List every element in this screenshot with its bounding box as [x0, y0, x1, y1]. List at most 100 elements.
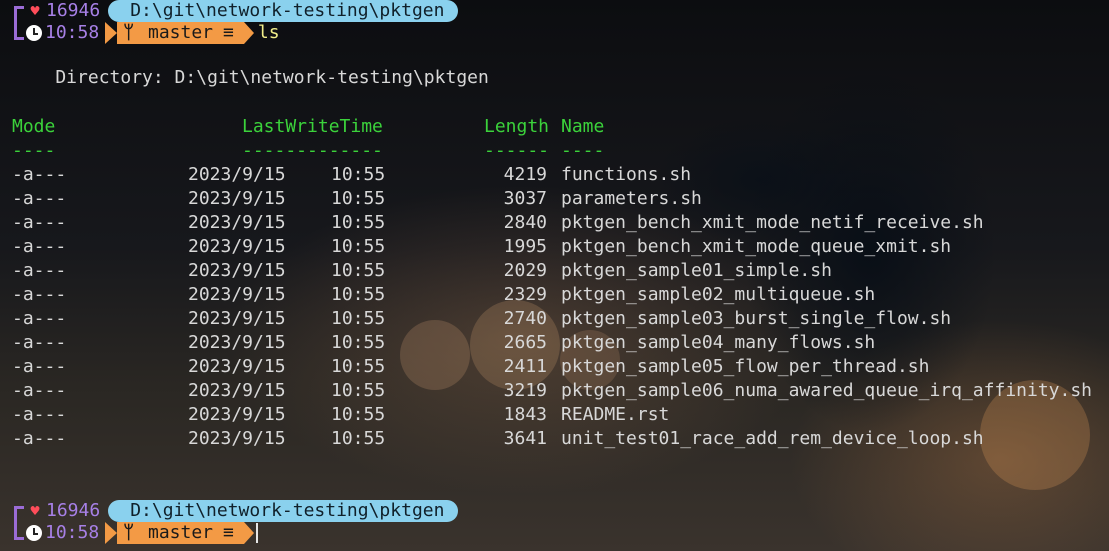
prompt-1: ♥ 16946 D:\git\network-testing\pktgen 10…: [0, 0, 600, 48]
file-name: parameters.sh: [561, 188, 702, 209]
git-branch-icon: ᛘ: [123, 22, 134, 43]
file-date: 2023/9/15: [188, 380, 286, 401]
file-time: 10:55: [331, 332, 386, 353]
file-name: README.rst: [561, 404, 670, 425]
prompt-2: ♥ 16946 D:\git\network-testing\pktgen 10…: [0, 500, 600, 548]
file-time: 10:55: [331, 308, 386, 329]
bokeh-light: [400, 320, 470, 390]
prompt-bracket: [14, 506, 24, 540]
file-length: 1843: [503, 404, 547, 425]
git-status-icon: ≡: [223, 22, 234, 43]
header-lastwrite: LastWriteTime: [242, 116, 383, 137]
underline-length: ------: [484, 140, 550, 161]
git-segment: ᛘ master ≡: [117, 22, 244, 44]
file-mode: -a---: [12, 308, 67, 329]
header-name: Name: [561, 116, 605, 137]
file-mode: -a---: [12, 428, 67, 449]
segment-end-arrow-icon: [243, 522, 254, 544]
file-mode: -a---: [12, 332, 67, 353]
prompt-row-2: 10:58 ᛘ master ≡: [26, 522, 258, 544]
file-time: 10:55: [331, 164, 386, 185]
file-length: 2740: [503, 308, 547, 329]
file-time: 10:55: [331, 284, 386, 305]
heart-icon: ♥: [30, 2, 40, 20]
file-mode: -a---: [12, 404, 67, 425]
file-time: 10:55: [331, 188, 386, 209]
file-date: 2023/9/15: [188, 428, 286, 449]
header-mode: Mode: [12, 116, 56, 137]
file-length: 3219: [503, 380, 547, 401]
file-length: 2411: [503, 356, 547, 377]
file-time: 10:55: [331, 356, 386, 377]
file-mode: -a---: [12, 284, 67, 305]
file-mode: -a---: [12, 236, 67, 257]
file-date: 2023/9/15: [188, 212, 286, 233]
segment-end-arrow-icon: [243, 22, 254, 44]
file-name: pktgen_sample04_many_flows.sh: [561, 332, 876, 353]
file-time: 10:55: [331, 404, 386, 425]
clock-icon: [26, 525, 42, 541]
file-length: 3037: [503, 188, 547, 209]
uptime-counter: 16946: [46, 500, 101, 521]
underline-lastwrite: -------------: [242, 140, 383, 161]
file-name: pktgen_bench_xmit_mode_queue_xmit.sh: [561, 236, 952, 257]
segment-arrow-icon: [105, 522, 118, 544]
file-mode: -a---: [12, 164, 67, 185]
file-length: 2029: [503, 260, 547, 281]
file-time: 10:55: [331, 236, 386, 257]
file-date: 2023/9/15: [188, 308, 286, 329]
git-branch-name: master: [148, 22, 214, 43]
file-time: 10:55: [331, 212, 386, 233]
git-status-icon: ≡: [223, 522, 234, 543]
file-date: 2023/9/15: [188, 236, 286, 257]
file-date: 2023/9/15: [188, 332, 286, 353]
file-date: 2023/9/15: [188, 164, 286, 185]
file-mode: -a---: [12, 188, 67, 209]
directory-line: Directory: D:\git\network-testing\pktgen: [12, 67, 489, 88]
file-date: 2023/9/15: [188, 356, 286, 377]
file-name: pktgen_sample01_simple.sh: [561, 260, 832, 281]
prompt-time: 10:58: [45, 22, 100, 43]
file-date: 2023/9/15: [188, 284, 286, 305]
file-length: 2329: [503, 284, 547, 305]
file-length: 4219: [503, 164, 547, 185]
file-name: pktgen_sample06_numa_awared_queue_irq_af…: [561, 380, 1093, 401]
segment-arrow-icon: [105, 22, 118, 44]
file-date: 2023/9/15: [188, 188, 286, 209]
file-time: 10:55: [331, 380, 386, 401]
file-mode: -a---: [12, 356, 67, 377]
header-length: Length: [484, 116, 550, 137]
git-branch-name: master: [148, 522, 214, 543]
uptime-counter: 16946: [46, 0, 101, 21]
file-length: 1995: [503, 236, 547, 257]
file-name: pktgen_sample05_flow_per_thread.sh: [561, 356, 930, 377]
path-segment: D:\git\network-testing\pktgen: [108, 500, 459, 522]
file-name: pktgen_sample02_multiqueue.sh: [561, 284, 876, 305]
file-name: unit_test01_race_add_rem_device_loop.sh: [561, 428, 984, 449]
file-date: 2023/9/15: [188, 404, 286, 425]
text-cursor[interactable]: [255, 523, 258, 543]
file-time: 10:55: [331, 428, 386, 449]
prompt-row-2: 10:58 ᛘ master ≡ ls: [26, 22, 280, 44]
path-segment: D:\git\network-testing\pktgen: [108, 0, 459, 22]
file-mode: -a---: [12, 260, 67, 281]
file-mode: -a---: [12, 380, 67, 401]
file-name: pktgen_bench_xmit_mode_netif_receive.sh: [561, 212, 984, 233]
file-length: 3641: [503, 428, 547, 449]
file-name: pktgen_sample03_burst_single_flow.sh: [561, 308, 952, 329]
file-mode: -a---: [12, 212, 67, 233]
underline-name: ----: [561, 140, 605, 161]
underline-mode: ----: [12, 140, 56, 161]
git-branch-icon: ᛘ: [123, 522, 134, 543]
prompt-row-1: ♥ 16946 D:\git\network-testing\pktgen: [26, 0, 459, 22]
git-segment: ᛘ master ≡: [117, 522, 244, 544]
heart-icon: ♥: [30, 502, 40, 520]
prompt-bracket: [14, 6, 24, 40]
file-length: 2665: [503, 332, 547, 353]
command-text: ls: [257, 22, 280, 43]
file-time: 10:55: [331, 260, 386, 281]
prompt-time: 10:58: [45, 522, 100, 543]
file-name: functions.sh: [561, 164, 692, 185]
prompt-row-1: ♥ 16946 D:\git\network-testing\pktgen: [26, 500, 459, 522]
file-date: 2023/9/15: [188, 260, 286, 281]
